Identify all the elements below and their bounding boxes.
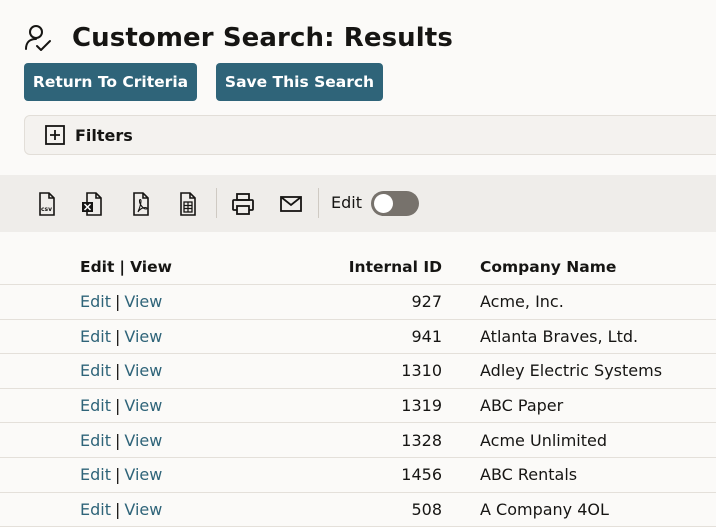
edit-toggle-label: Edit <box>331 193 362 212</box>
toolbar-divider <box>318 188 319 218</box>
internal-id-cell: 508 <box>411 499 442 519</box>
internal-id-cell: 941 <box>411 326 442 346</box>
page-header: Customer Search: Results <box>24 20 453 56</box>
link-separator: | <box>114 396 121 416</box>
table-row: Edit | View 1456 ABC Rentals <box>0 458 716 493</box>
view-link[interactable]: View <box>124 327 162 346</box>
company-name-cell: A Company 4OL <box>480 499 609 519</box>
csv-export-icon[interactable]: csv <box>34 191 58 217</box>
svg-text:csv: csv <box>41 206 52 213</box>
spreadsheet-export-icon[interactable] <box>176 191 200 217</box>
table-row: Edit | View 1328 Acme Unlimited <box>0 423 716 458</box>
page-title: Customer Search: Results <box>72 23 453 53</box>
table-row: Edit | View 508 A Company 4OL <box>0 493 716 527</box>
plus-box-icon[interactable] <box>45 125 65 145</box>
edit-view-cell: Edit | View <box>80 423 162 457</box>
company-name-cell: Adley Electric Systems <box>480 361 663 381</box>
edit-toggle[interactable] <box>371 191 419 216</box>
edit-view-cell: Edit | View <box>80 458 162 492</box>
edit-view-cell: Edit | View <box>80 493 162 527</box>
return-to-criteria-button[interactable]: Return To Criteria <box>24 63 197 101</box>
edit-view-cell: Edit | View <box>80 285 162 319</box>
edit-toggle-knob <box>374 194 393 213</box>
internal-id-cell: 1456 <box>401 465 442 485</box>
edit-link[interactable]: Edit <box>80 500 111 519</box>
table-header-row: Edit | View Internal ID Company Name <box>0 250 716 285</box>
edit-link[interactable]: Edit <box>80 361 111 380</box>
company-name-cell: ABC Rentals <box>480 465 578 485</box>
user-check-icon <box>24 23 52 53</box>
view-link[interactable]: View <box>124 292 162 311</box>
edit-link[interactable]: Edit <box>80 327 111 346</box>
filters-panel[interactable]: Filters <box>24 115 716 155</box>
save-this-search-button[interactable]: Save This Search <box>216 63 383 101</box>
company-name-cell: Acme, Inc. <box>480 292 564 312</box>
link-separator: | <box>114 361 121 381</box>
header-internal-id[interactable]: Internal ID <box>349 250 442 284</box>
link-separator: | <box>114 499 121 519</box>
header-edit-label: Edit <box>80 258 115 276</box>
view-link[interactable]: View <box>124 361 162 380</box>
pdf-export-icon[interactable] <box>129 191 153 217</box>
print-icon[interactable] <box>231 191 255 217</box>
view-link[interactable]: View <box>124 500 162 519</box>
view-link[interactable]: View <box>124 431 162 450</box>
link-separator: | <box>114 292 121 312</box>
table-row: Edit | View 1310 Adley Electric Systems <box>0 354 716 389</box>
edit-link[interactable]: Edit <box>80 431 111 450</box>
header-view-label: View <box>130 258 172 276</box>
company-name-cell: Acme Unlimited <box>480 430 608 450</box>
internal-id-cell: 1328 <box>401 430 442 450</box>
header-company-name[interactable]: Company Name <box>480 250 616 284</box>
header-separator: | <box>119 258 126 276</box>
edit-link[interactable]: Edit <box>80 292 111 311</box>
company-name-cell: Atlanta Braves, Ltd. <box>480 326 639 346</box>
view-link[interactable]: View <box>124 465 162 484</box>
table-row: Edit | View 941 Atlanta Braves, Ltd. <box>0 320 716 355</box>
filters-label: Filters <box>75 125 133 145</box>
view-link[interactable]: View <box>124 396 162 415</box>
results-table: Edit | View Internal ID Company Name Edit |… <box>0 250 716 527</box>
link-separator: | <box>114 326 121 346</box>
edit-link[interactable]: Edit <box>80 465 111 484</box>
header-edit-view: Edit | View <box>80 250 172 284</box>
company-name-cell: ABC Paper <box>480 396 564 416</box>
table-row: Edit | View 927 Acme, Inc. <box>0 285 716 320</box>
edit-view-cell: Edit | View <box>80 389 162 423</box>
toolbar-divider <box>216 188 217 218</box>
internal-id-cell: 1319 <box>401 396 442 416</box>
internal-id-cell: 1310 <box>401 361 442 381</box>
excel-export-icon[interactable] <box>80 191 104 217</box>
link-separator: | <box>114 430 121 450</box>
link-separator: | <box>114 465 121 485</box>
internal-id-cell: 927 <box>411 292 442 312</box>
edit-link[interactable]: Edit <box>80 396 111 415</box>
results-toolbar: csv Edit <box>0 175 716 232</box>
edit-view-cell: Edit | View <box>80 320 162 354</box>
email-icon[interactable] <box>279 191 303 217</box>
edit-view-cell: Edit | View <box>80 354 162 388</box>
table-row: Edit | View 1319 ABC Paper <box>0 389 716 424</box>
table-body: Edit | View 927 Acme, Inc. Edit | View 941 Atlant… <box>0 285 716 527</box>
